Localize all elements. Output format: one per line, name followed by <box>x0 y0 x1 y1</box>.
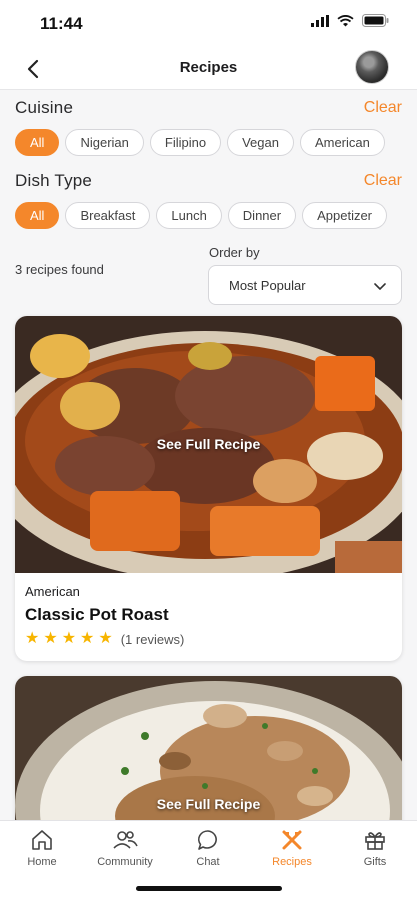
star-icon: ★ <box>43 630 58 647</box>
cuisine-header: Cuisine Clear <box>15 98 402 118</box>
order-by-label: Order by <box>209 245 260 260</box>
tab-label: Recipes <box>272 856 312 868</box>
nav-bar: Recipes <box>0 46 417 90</box>
dish-type-clear-button[interactable]: Clear <box>364 172 402 190</box>
dish-type-title: Dish Type <box>15 171 93 190</box>
tab-label: Community <box>97 856 153 868</box>
status-icons <box>311 14 389 27</box>
see-full-recipe-label: See Full Recipe <box>156 436 261 452</box>
community-icon <box>113 831 138 849</box>
chip-dish-all[interactable]: All <box>15 202 60 229</box>
home-indicator <box>136 886 282 891</box>
dish-type-header: Dish Type Clear <box>15 171 402 191</box>
status-time: 11:44 <box>40 14 83 33</box>
recipe-title: Classic Pot Roast <box>25 605 169 624</box>
cuisine-chips: All Nigerian Filipino Vegan American <box>15 129 385 156</box>
dish-type-chips: All Breakfast Lunch Dinner Appetizer <box>15 202 388 229</box>
chip-cuisine-american[interactable]: American <box>299 129 385 156</box>
recipe-cuisine: American <box>25 584 80 599</box>
order-by-value: Most Popular <box>229 278 306 293</box>
star-icon: ★ <box>80 630 95 647</box>
tab-label: Home <box>27 856 57 868</box>
recipes-icon <box>282 830 302 850</box>
recipe-card-body: American Classic Pot Roast ★ ★ ★ ★ ★ (1 … <box>15 573 402 661</box>
wifi-icon <box>337 14 354 26</box>
rating-row: ★ ★ ★ ★ ★ (1 reviews) <box>25 631 392 647</box>
chip-dish-breakfast[interactable]: Breakfast <box>65 202 151 229</box>
chip-dish-dinner[interactable]: Dinner <box>227 202 297 229</box>
status-bar: 11:44 <box>0 0 417 46</box>
chevron-down-icon <box>374 283 386 290</box>
chip-cuisine-vegan[interactable]: Vegan <box>227 129 294 156</box>
avatar[interactable] <box>355 50 389 84</box>
battery-icon <box>362 14 389 27</box>
tab-home[interactable]: Home <box>2 828 82 868</box>
tab-recipes[interactable]: Recipes <box>252 828 332 868</box>
tab-gifts[interactable]: Gifts <box>335 828 415 868</box>
tab-label: Gifts <box>363 856 387 868</box>
signal-icon <box>311 14 329 27</box>
results-count: 3 recipes found <box>15 262 104 277</box>
recipe-card[interactable]: See Full Recipe American Classic Pot Roa… <box>15 316 402 661</box>
review-count: (1 reviews) <box>120 631 185 647</box>
chip-dish-lunch[interactable]: Lunch <box>156 202 222 229</box>
chip-dish-appetizer[interactable]: Appetizer <box>302 202 388 229</box>
chip-cuisine-all[interactable]: All <box>15 129 60 156</box>
cuisine-title: Cuisine <box>15 98 74 117</box>
home-icon <box>32 830 52 850</box>
recipe-image[interactable]: See Full Recipe <box>15 316 402 573</box>
star-icon: ★ <box>25 630 40 647</box>
gift-icon <box>365 832 385 850</box>
star-icon: ★ <box>98 630 113 647</box>
order-by-select[interactable]: Most Popular <box>208 265 402 305</box>
chip-cuisine-nigerian[interactable]: Nigerian <box>65 129 144 156</box>
see-full-recipe-label: See Full Recipe <box>156 796 261 812</box>
tab-chat[interactable]: Chat <box>168 828 248 868</box>
cuisine-clear-button[interactable]: Clear <box>364 99 402 117</box>
star-icon: ★ <box>61 630 77 647</box>
tab-community[interactable]: Community <box>85 828 165 868</box>
chat-icon <box>198 830 217 850</box>
tab-label: Chat <box>196 856 220 868</box>
chip-cuisine-filipino[interactable]: Filipino <box>149 129 222 156</box>
